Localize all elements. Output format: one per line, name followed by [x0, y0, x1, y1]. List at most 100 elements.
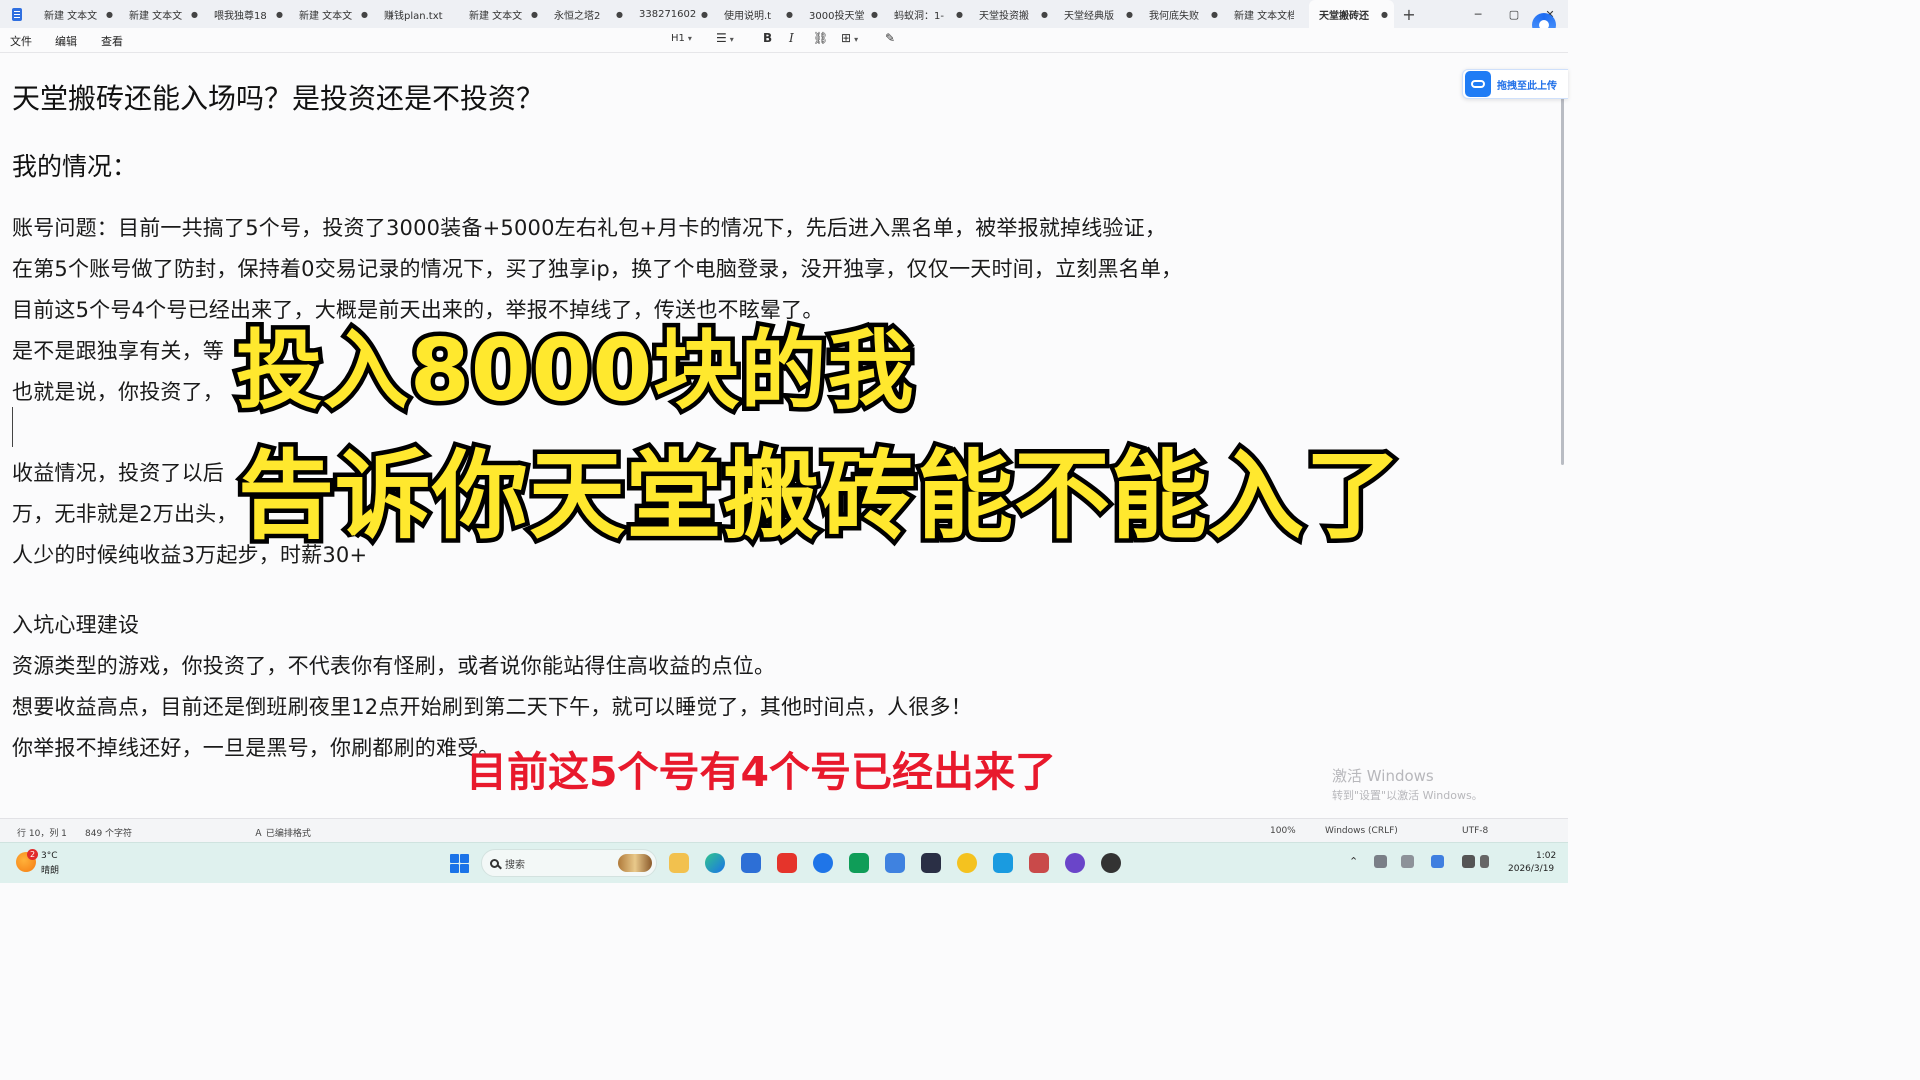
- text-caret: [12, 407, 13, 447]
- game-icon[interactable]: [1029, 853, 1049, 873]
- store-icon[interactable]: [741, 853, 761, 873]
- text-line: 你举报不掉线还好，一旦是黑号，你刷都刷的难受。: [12, 736, 500, 760]
- chevron-down-icon: ▾: [729, 35, 734, 44]
- line-ending[interactable]: Windows (CRLF): [1325, 826, 1398, 836]
- chevron-down-icon: ▾: [687, 34, 692, 43]
- tab-5[interactable]: 新建 文本文 ●: [459, 0, 544, 28]
- list-dropdown[interactable]: ☰ ▾: [716, 31, 734, 45]
- menu-edit[interactable]: 编辑: [55, 33, 77, 49]
- tab-14[interactable]: 新建 文本文档 (2: [1224, 0, 1309, 28]
- tab-close-icon[interactable]: ●: [1126, 10, 1133, 19]
- chevron-down-icon: ▾: [854, 35, 859, 44]
- zoom-level[interactable]: 100%: [1270, 826, 1296, 836]
- tab-strip: 新建 文本文 ● 新建 文本文 ● 喂我独尊18 ● 新建 文本文 ● 赚钱plan.t…: [34, 0, 1394, 28]
- tab-close-icon[interactable]: ●: [786, 10, 793, 19]
- text-line: 资源类型的游戏，你投资了，不代表你有怪刷，或者说你能站得住高收益的点位。: [12, 654, 776, 678]
- tab-close-icon[interactable]: ●: [616, 10, 623, 19]
- tab-close-icon[interactable]: ●: [1041, 10, 1048, 19]
- overlay-headline: 投入8000块的我: [231, 317, 917, 426]
- chrome-icon[interactable]: [957, 853, 977, 873]
- wps-office-icon[interactable]: [777, 853, 797, 873]
- italic-button[interactable]: I: [789, 31, 794, 45]
- drag-upload-button[interactable]: 拖拽至此上传: [1462, 69, 1568, 99]
- link-icon[interactable]: ⛓: [813, 31, 828, 45]
- tab-9[interactable]: 3000投天堂 ●: [799, 0, 884, 28]
- tab-3[interactable]: 新建 文本文 ●: [289, 0, 374, 28]
- heading-dropdown[interactable]: H1 ▾: [671, 33, 692, 44]
- text-line: 万，无非就是2万出头，: [12, 502, 238, 526]
- activation-watermark-title: 激活 Windows: [1332, 767, 1434, 785]
- tab-close-icon[interactable]: ●: [531, 10, 538, 19]
- text-line: 想要收益高点，目前还是倒班刷夜里12点开始刷到第二天下午，就可以睡觉了，其他时间…: [12, 695, 972, 719]
- cloud-upload-icon: [1465, 71, 1491, 97]
- microphone-icon[interactable]: [1374, 855, 1387, 868]
- table-dropdown[interactable]: ⊞ ▾: [841, 31, 858, 45]
- menu-file[interactable]: 文件: [10, 33, 32, 49]
- tab-11[interactable]: 天堂投资搬 ●: [969, 0, 1054, 28]
- windows-start-icon[interactable]: [450, 854, 469, 873]
- tab-close-icon[interactable]: ●: [871, 10, 878, 19]
- tab-close-icon[interactable]: ●: [191, 10, 198, 19]
- bold-button[interactable]: B: [763, 31, 772, 45]
- format-indicator[interactable]: Ａ 已编排格式: [254, 826, 311, 839]
- weather-condition: 晴朗: [41, 866, 60, 876]
- tab-6[interactable]: 永恒之塔2 ●: [544, 0, 629, 28]
- tab-close-icon[interactable]: ●: [276, 10, 283, 19]
- clock-date[interactable]: 2026/3/19: [1508, 864, 1554, 874]
- chat-icon[interactable]: [993, 853, 1013, 873]
- tab-close-icon[interactable]: ●: [361, 10, 368, 19]
- minimize-button[interactable]: ─: [1460, 0, 1496, 28]
- input-method-icon[interactable]: [1401, 855, 1414, 868]
- tab-0[interactable]: 新建 文本文 ●: [34, 0, 119, 28]
- search-icon: [490, 858, 499, 868]
- tab-1[interactable]: 新建 文本文 ●: [119, 0, 204, 28]
- app-tray-icon[interactable]: [1431, 855, 1444, 868]
- browser-icon[interactable]: [813, 853, 833, 873]
- tab-close-icon[interactable]: ●: [1381, 10, 1388, 19]
- discord-icon[interactable]: [1065, 853, 1085, 873]
- text-line: 在第5个账号做了防封，保持着0交易记录的情况下，买了独享ip，换了个电脑登录，没…: [12, 257, 1183, 281]
- notepad-taskbar-icon[interactable]: [885, 853, 905, 873]
- tab-15-active[interactable]: 天堂搬砖还 ●: [1309, 0, 1394, 28]
- tab-13[interactable]: 我何底失败 ●: [1139, 0, 1224, 28]
- format-icon: Ａ: [254, 829, 266, 839]
- tab-10[interactable]: 蚂蚁洞：1- ●: [884, 0, 969, 28]
- file-explorer-icon[interactable]: [669, 853, 689, 873]
- encoding[interactable]: UTF-8: [1462, 826, 1488, 836]
- edge-browser-icon[interactable]: [705, 853, 725, 873]
- maximize-button[interactable]: ▢: [1496, 0, 1532, 28]
- taskbar-search[interactable]: 搜索: [481, 849, 657, 877]
- tray-chevron-up-icon[interactable]: ⌃: [1349, 855, 1358, 868]
- network-icon[interactable]: [1462, 855, 1475, 868]
- search-highlight-icon: [618, 854, 652, 872]
- vertical-scrollbar[interactable]: [1561, 98, 1564, 465]
- tab-7[interactable]: 338271602 ●: [629, 0, 714, 28]
- windows-taskbar: 2 3°C 晴朗 搜索 ⌃ 1:02 2026/3/19: [0, 842, 1568, 883]
- table-icon: ⊞: [841, 31, 852, 45]
- clock-time[interactable]: 1:02: [1536, 851, 1556, 861]
- media-player-icon[interactable]: [1101, 853, 1121, 873]
- tab-4[interactable]: 赚钱plan.txt: [374, 0, 459, 28]
- video-editor-icon[interactable]: [921, 853, 941, 873]
- upload-label: 拖拽至此上传: [1497, 80, 1557, 92]
- notification-badge: 2: [27, 849, 38, 860]
- activation-watermark-subtitle: 转到"设置"以激活 Windows。: [1332, 789, 1483, 802]
- weather-temperature: 3°C: [41, 851, 58, 861]
- text-line: 收益情况，投资了以后: [12, 461, 224, 485]
- document-title: 天堂搬砖还能入场吗？是投资还是不投资？: [12, 82, 545, 115]
- menu-view[interactable]: 查看: [101, 33, 123, 49]
- cursor-position[interactable]: 行 10，列 1: [17, 826, 67, 839]
- tab-close-icon[interactable]: ●: [106, 10, 113, 19]
- spreadsheet-icon[interactable]: [849, 853, 869, 873]
- clear-format-icon[interactable]: ✎: [885, 31, 895, 45]
- new-tab-button[interactable]: +: [1394, 0, 1424, 28]
- volume-icon[interactable]: [1480, 855, 1489, 868]
- tab-8[interactable]: 使用说明.t ●: [714, 0, 799, 28]
- overlay-subtitle-caption: 目前这5个号有4个号已经出来了: [466, 748, 1057, 796]
- menu-bar: 文件 编辑 查看 H1 ▾ ☰ ▾ B I ⛓ ⊞ ▾ ✎: [0, 28, 1568, 53]
- tab-12[interactable]: 天堂经典版 ●: [1054, 0, 1139, 28]
- tab-close-icon[interactable]: ●: [1211, 10, 1218, 19]
- tab-close-icon[interactable]: ●: [956, 10, 963, 19]
- tab-2[interactable]: 喂我独尊18 ●: [204, 0, 289, 28]
- tab-close-icon[interactable]: ●: [701, 10, 708, 19]
